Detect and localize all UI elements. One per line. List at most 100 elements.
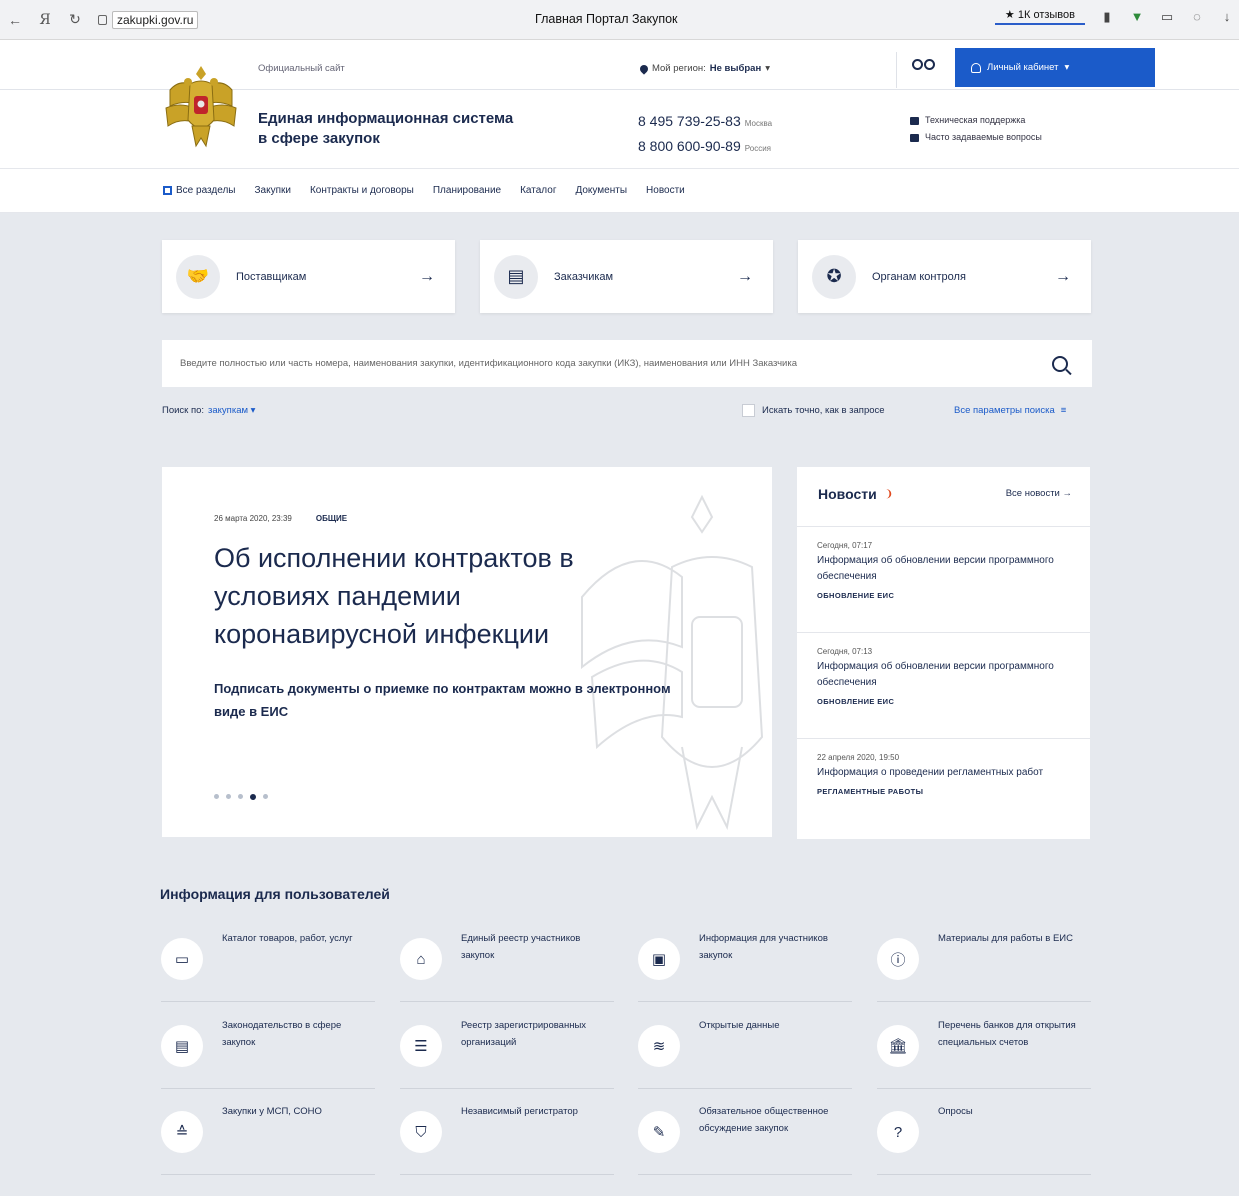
personal-cabinet-button[interactable]: Личный кабинет ▾	[955, 48, 1155, 87]
nav-purchases[interactable]: Закупки	[254, 185, 290, 196]
info-tile-banks[interactable]: 🏛 Перечень банков для открытия специальн…	[877, 1017, 1091, 1089]
address-bar[interactable]: zakupki.gov.ru	[98, 10, 199, 29]
tile-label: Реестр зарегистрированных организаций	[461, 1020, 587, 1048]
url-text[interactable]: zakupki.gov.ru	[112, 10, 199, 29]
all-news-link[interactable]: Все новости →	[1006, 488, 1072, 499]
info-doc-icon: ⓘ	[877, 938, 919, 980]
slide-headline[interactable]: Об исполнении контрактов в условиях панд…	[214, 539, 654, 653]
back-icon[interactable]: ←	[0, 12, 30, 28]
info-tile-surveys[interactable]: ? Опросы	[877, 1103, 1091, 1175]
faq-link[interactable]: Часто задаваемые вопросы	[910, 129, 1042, 146]
tile-label: Перечень банков для открытия специальных…	[938, 1020, 1076, 1048]
reviews-label: 1К отзывов	[1017, 9, 1075, 21]
divider	[896, 52, 897, 88]
phone-moscow[interactable]: 8 495 739-25-83	[638, 113, 741, 129]
nav-all-sections[interactable]: Все разделы	[163, 185, 235, 196]
support-label: Техническая поддержка	[925, 115, 1026, 125]
search-by-select[interactable]: закупкам ▾	[208, 405, 255, 416]
info-tile-participants[interactable]: ▣ Информация для участников закупок	[638, 930, 852, 1002]
support-link[interactable]: Техническая поддержка	[910, 112, 1042, 129]
news-item[interactable]: Сегодня, 07:13 Информация об обновлении …	[797, 632, 1090, 738]
nav-catalog[interactable]: Каталог	[520, 185, 556, 196]
protect-icon[interactable]: ▼	[1129, 9, 1145, 25]
role-card-suppliers[interactable]: 🤝 Поставщикам →	[162, 240, 455, 313]
sections-icon	[163, 186, 172, 195]
all-news-label: Все новости	[1005, 488, 1060, 499]
tile-label: Материалы для работы в ЕИС	[938, 933, 1073, 944]
tile-label: Информация для участников закупок	[699, 933, 828, 961]
nav-news[interactable]: Новости	[646, 185, 685, 196]
info-tile-msp[interactable]: ≙ Закупки у МСП, СОНО	[161, 1103, 375, 1175]
nav-planning[interactable]: Планирование	[433, 185, 501, 196]
exact-search-option[interactable]: Искать точно, как в запросе	[742, 404, 885, 417]
slider-pagination	[214, 793, 268, 800]
news-category[interactable]: ОБНОВЛЕНИЕ ЕИС	[817, 591, 1070, 600]
info-tile-registrar[interactable]: ⛉ Независимый регистратор	[400, 1103, 614, 1175]
phone-russia[interactable]: 8 800 600-90-89	[638, 138, 741, 154]
slider-dot[interactable]	[238, 794, 243, 799]
bookmark-icon[interactable]: ▮	[1099, 9, 1115, 25]
role-card-customers[interactable]: ▤ Заказчикам →	[480, 240, 773, 313]
nav-contracts[interactable]: Контракты и договоры	[310, 185, 414, 196]
search-icon[interactable]	[1052, 355, 1068, 372]
slider-dot[interactable]	[263, 794, 268, 799]
rss-icon[interactable]: ❩	[885, 489, 893, 500]
news-item[interactable]: Сегодня, 07:17 Информация об обновлении …	[797, 526, 1090, 632]
browser-toolbar: ← Я ↻ zakupki.gov.ru Главная Портал Заку…	[0, 0, 1239, 40]
region-selector[interactable]: Мой регион: Не выбран ▾	[638, 62, 770, 75]
slider-dot[interactable]	[214, 794, 219, 799]
info-tile-registry[interactable]: ⌂ Единый реестр участников закупок	[400, 930, 614, 1002]
system-name: Единая информационная система в сфере за…	[258, 109, 513, 149]
stack-icon: ≙	[161, 1111, 203, 1153]
tile-label: Закупки у МСП, СОНО	[222, 1106, 322, 1117]
yandex-icon[interactable]: Я	[30, 12, 60, 28]
tile-label: Законодательство в сфере закупок	[222, 1020, 342, 1048]
arrow-right-icon: →	[737, 267, 753, 285]
arrow-right-icon: →	[1062, 488, 1073, 499]
role-card-control[interactable]: ✪ Органам контроля →	[798, 240, 1091, 313]
info-tile-legislation[interactable]: ▤ Законодательство в сфере закупок	[161, 1017, 375, 1089]
news-category[interactable]: ОБНОВЛЕНИЕ ЕИС	[817, 697, 1070, 706]
slide-lead: Подписать документы о приемке по контрак…	[214, 681, 671, 719]
tile-label: Опросы	[938, 1106, 973, 1117]
support-links: Техническая поддержка Часто задаваемые в…	[910, 112, 1042, 146]
news-category[interactable]: РЕГЛАМЕНТНЫЕ РАБОТЫ	[817, 787, 1070, 796]
news-slider[interactable]: 26 марта 2020, 23:39 ОБЩИЕ Об исполнении…	[162, 467, 772, 837]
news-date: 22 апреля 2020, 19:50	[817, 753, 900, 762]
nav-documents[interactable]: Документы	[575, 185, 627, 196]
reader-icon[interactable]: ▭	[1159, 9, 1175, 25]
document-icon: ▤	[494, 254, 538, 299]
info-tile-catalog[interactable]: ▭ Каталог товаров, работ, услуг	[161, 930, 375, 1002]
slider-dot[interactable]	[250, 793, 256, 800]
news-item[interactable]: 22 апреля 2020, 19:50 Информация о прове…	[797, 738, 1090, 838]
search-input[interactable]	[180, 358, 1052, 369]
info-tile-registered-orgs[interactable]: ☰ Реестр зарегистрированных организаций	[400, 1017, 614, 1089]
accessibility-glasses-icon[interactable]	[912, 59, 935, 70]
info-tile-discussion[interactable]: ✎ Обязательное общественное обсуждение з…	[638, 1103, 852, 1175]
registry-icon: ⌂	[400, 938, 442, 980]
coat-of-arms-logo[interactable]	[160, 60, 242, 152]
tile-label: Открытые данные	[699, 1020, 780, 1031]
reload-icon[interactable]: ↻	[60, 11, 90, 28]
extension-icon[interactable]: ◌	[1189, 9, 1205, 25]
bank-icon: 🏛	[877, 1025, 919, 1067]
slide-tag[interactable]: ОБЩИЕ	[316, 514, 347, 523]
news-title: Новости	[818, 486, 877, 502]
exact-search-checkbox[interactable]	[742, 404, 755, 417]
all-params-label: Все параметры поиска	[954, 405, 1055, 416]
info-tile-open-data[interactable]: ≋ Открытые данные	[638, 1017, 852, 1089]
database-icon: ≋	[638, 1025, 680, 1067]
role-label: Поставщикам	[236, 270, 307, 283]
slider-dot[interactable]	[226, 794, 231, 799]
all-search-params-link[interactable]: Все параметры поиска ≡	[954, 405, 1066, 416]
download-icon[interactable]: ↓	[1219, 9, 1235, 25]
info-tile-materials[interactable]: ⓘ Материалы для работы в ЕИС	[877, 930, 1091, 1002]
reviews-button[interactable]: ★ 1К отзывов	[994, 8, 1085, 25]
arrow-right-icon: →	[1055, 267, 1071, 285]
shield-icon: ⛉	[400, 1111, 442, 1153]
main-navigation: Все разделы Закупки Контракты и договоры…	[0, 168, 1239, 213]
news-date: Сегодня, 07:13	[817, 647, 873, 656]
page-title: Главная Портал Закупок	[535, 12, 678, 26]
role-label: Заказчикам	[554, 270, 614, 283]
region-value[interactable]: Не выбран	[710, 63, 761, 74]
